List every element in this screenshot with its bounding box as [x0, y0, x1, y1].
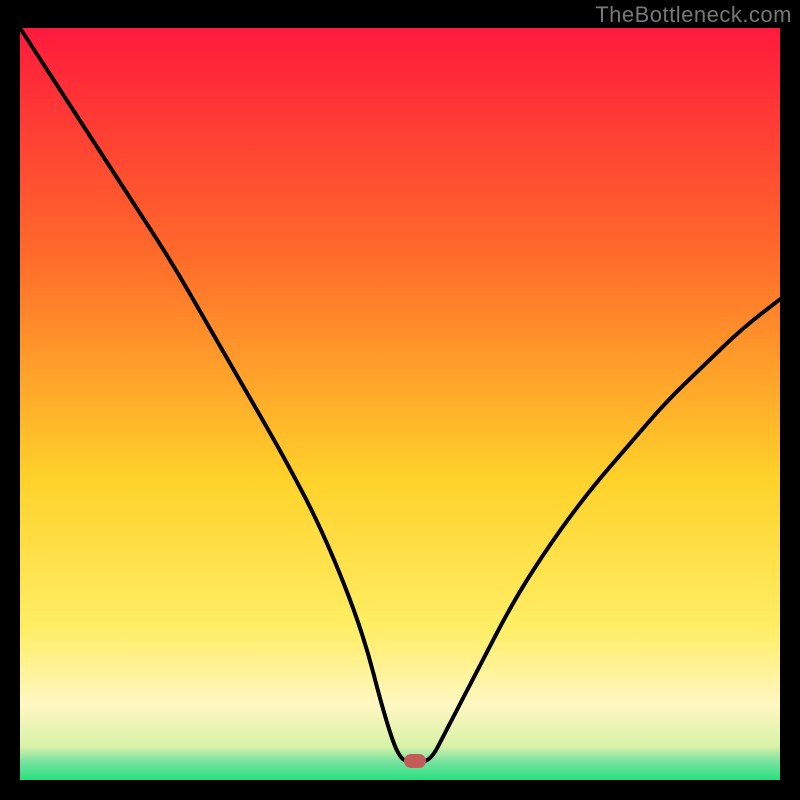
chart-frame	[20, 28, 780, 780]
bottleneck-plot	[20, 28, 780, 780]
minimum-marker	[404, 754, 426, 768]
chart-stage: TheBottleneck.com	[0, 0, 800, 800]
watermark-text: TheBottleneck.com	[595, 2, 792, 28]
